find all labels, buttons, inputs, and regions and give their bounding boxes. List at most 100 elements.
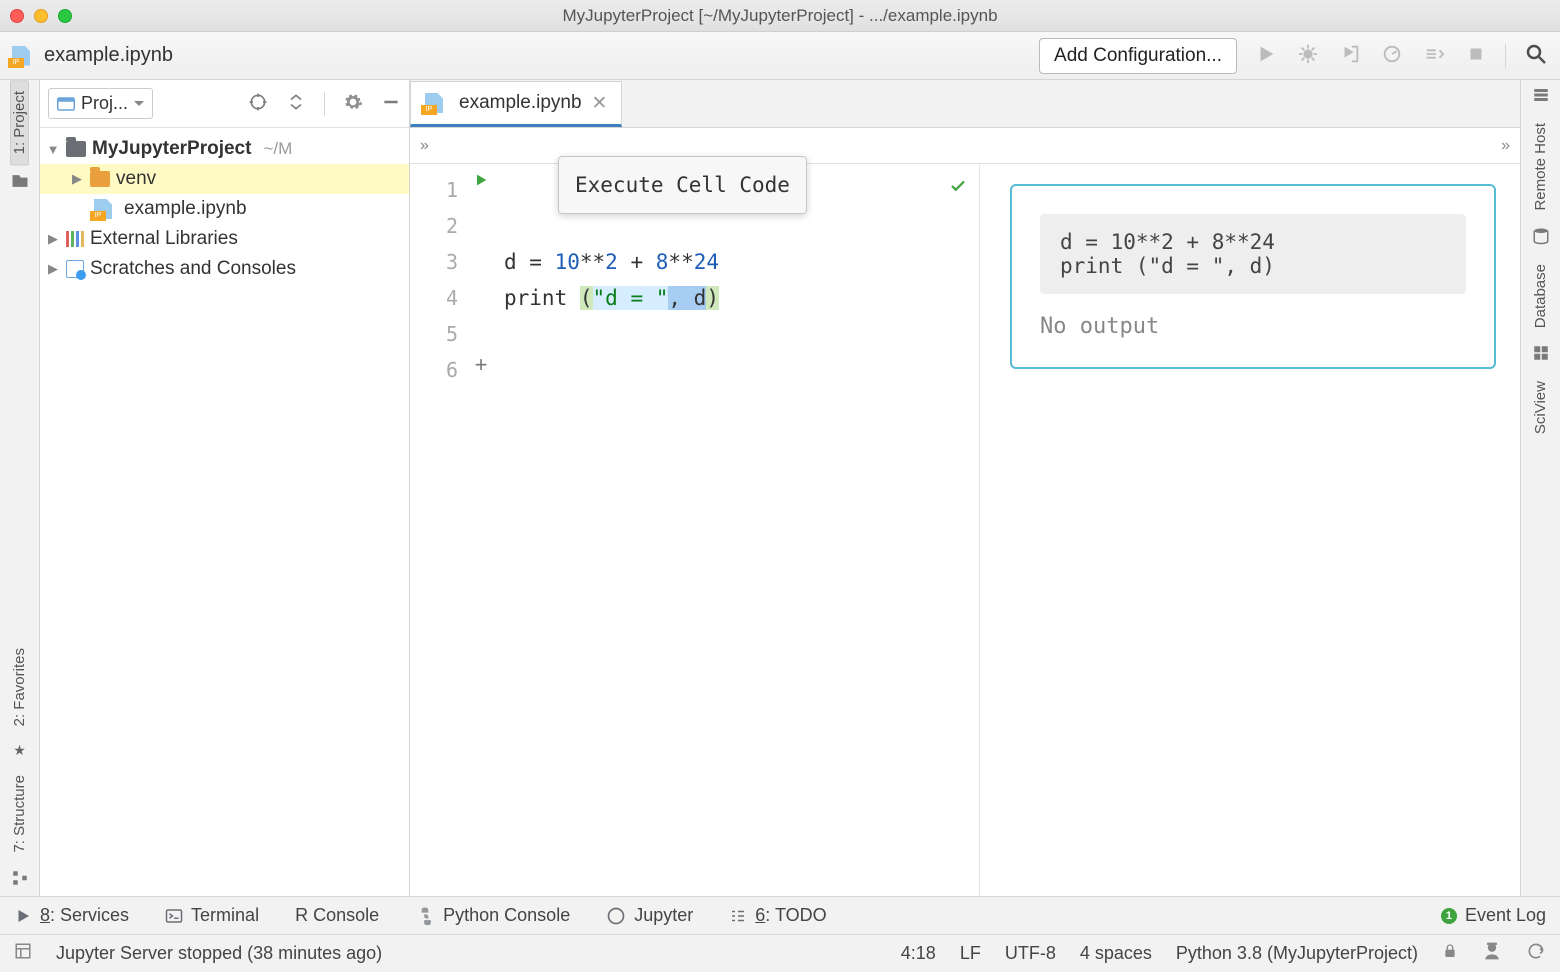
tree-item-label: Scratches and Consoles	[90, 258, 296, 280]
add-configuration-button[interactable]: Add Configuration...	[1039, 38, 1237, 74]
right-tool-gutter: Remote Host Database SciView	[1520, 80, 1560, 896]
caret-right-icon[interactable]: ▶	[46, 261, 60, 277]
search-icon[interactable]	[1524, 42, 1548, 69]
indent[interactable]: 4 spaces	[1080, 943, 1152, 964]
tool-eventlog[interactable]: 1 Event Log	[1441, 905, 1546, 926]
add-cell-icon[interactable]: +	[475, 352, 488, 377]
caret-right-icon[interactable]: ▶	[46, 231, 60, 247]
tool-sciview-tab[interactable]: SciView	[1532, 371, 1549, 444]
tool-terminal[interactable]: Terminal	[165, 905, 259, 926]
project-path: ~/M	[263, 139, 292, 159]
crumb-left[interactable]: »	[420, 137, 429, 155]
remote-host-icon	[1532, 86, 1550, 107]
tool-rconsole[interactable]: R Console	[295, 905, 379, 926]
editor-tab-example[interactable]: IP example.ipynb ✕	[410, 81, 622, 127]
sciview-icon	[1532, 344, 1550, 365]
ide-features-icon[interactable]	[1482, 941, 1502, 966]
notification-badge: 1	[1441, 908, 1457, 924]
divider	[324, 92, 325, 116]
titlebar: MyJupyterProject [~/MyJupyterProject] - …	[0, 0, 1560, 32]
project-icon	[10, 171, 30, 194]
line-separator[interactable]: LF	[960, 943, 981, 964]
code-line-3[interactable]: d = 10**2 + 8**24	[504, 244, 969, 280]
run-gutter: +	[464, 164, 498, 896]
structure-icon	[11, 869, 29, 890]
scratch-icon	[66, 260, 84, 278]
status-bar: Jupyter Server stopped (38 minutes ago) …	[0, 934, 1560, 972]
tree-file-example[interactable]: IP example.ipynb	[40, 194, 409, 224]
stop-icon[interactable]	[1465, 43, 1487, 68]
code-lines[interactable]: Execute Cell Code d = 10**2 + 8**24 prin…	[498, 164, 979, 896]
cell-preview-card[interactable]: d = 10**2 + 8**24 print ("d = ", d) No o…	[1010, 184, 1496, 369]
caret-right-icon[interactable]: ▶	[70, 171, 84, 187]
tool-remote-tab[interactable]: Remote Host	[1532, 113, 1549, 221]
line-number-gutter: 1 2 3 4 5 6	[410, 164, 464, 896]
tree-external-libs[interactable]: ▶ External Libraries	[40, 224, 409, 254]
tree-venv[interactable]: ▶ venv	[40, 164, 409, 194]
tool-pyconsole[interactable]: Python Console	[415, 905, 570, 926]
tree-item-label: venv	[116, 168, 156, 190]
gear-icon[interactable]	[343, 92, 363, 116]
crumb-right[interactable]: »	[1501, 137, 1510, 155]
editor-tabs: IP example.ipynb ✕	[410, 80, 1520, 128]
bottom-tool-bar: 8: Services Terminal R Console Python Co…	[0, 896, 1560, 934]
ipynb-file-icon: IP	[425, 93, 443, 113]
editor-area: IP example.ipynb ✕ » » 1 2 3 4 5 6	[410, 80, 1520, 896]
debug-icon[interactable]	[1297, 43, 1319, 68]
ipynb-file-icon: IP	[12, 46, 30, 66]
run-controls	[1255, 43, 1487, 68]
folder-icon	[66, 141, 86, 157]
project-tree[interactable]: ▼ MyJupyterProject ~/M ▶ venv IP example…	[40, 128, 409, 290]
tool-project-tab[interactable]: 1: Project	[10, 80, 29, 165]
nav-breadcrumb: IP example.ipynb	[12, 44, 173, 67]
code-editor[interactable]: 1 2 3 4 5 6 +	[410, 164, 980, 896]
tree-root[interactable]: ▼ MyJupyterProject ~/M	[40, 134, 409, 164]
preview-code: d = 10**2 + 8**24 print ("d = ", d)	[1040, 214, 1466, 294]
coverage-icon[interactable]	[1339, 43, 1361, 68]
tool-favorites-tab[interactable]: 2: Favorites	[11, 638, 28, 736]
tool-todo[interactable]: 6: TODO	[729, 905, 826, 926]
line-number: 1	[410, 172, 458, 208]
tree-item-label: example.ipynb	[124, 198, 247, 220]
close-icon[interactable]: ✕	[592, 92, 608, 115]
target-icon[interactable]	[248, 92, 268, 116]
tool-window-toggle-icon[interactable]	[14, 942, 32, 965]
code-line-4[interactable]: print ("d = ", d)	[504, 280, 969, 316]
interpreter[interactable]: Python 3.8 (MyJupyterProject)	[1176, 943, 1418, 964]
cursor-position[interactable]: 4:18	[901, 943, 936, 964]
lock-icon[interactable]	[1442, 943, 1458, 964]
folder-icon	[90, 171, 110, 187]
collapse-icon[interactable]	[286, 92, 306, 116]
preview-pane: d = 10**2 + 8**24 print ("d = ", d) No o…	[980, 164, 1520, 896]
line-number: 5	[410, 316, 458, 352]
project-view-label: Proj...	[81, 93, 128, 114]
ipynb-file-icon: IP	[94, 199, 112, 219]
profiler-icon[interactable]	[1381, 43, 1403, 68]
tab-label: example.ipynb	[459, 92, 582, 114]
tree-item-label: External Libraries	[90, 228, 238, 250]
status-message: Jupyter Server stopped (38 minutes ago)	[56, 943, 382, 964]
project-view-selector[interactable]: Proj...	[48, 88, 153, 119]
tree-scratches[interactable]: ▶ Scratches and Consoles	[40, 254, 409, 284]
caret-down-icon[interactable]: ▼	[46, 142, 60, 157]
line-number: 4	[410, 280, 458, 316]
run-cell-icon[interactable]	[464, 172, 498, 208]
line-number: 2	[410, 208, 458, 244]
hide-icon[interactable]	[381, 92, 401, 116]
tool-services[interactable]: 8: Services	[14, 905, 129, 926]
left-tool-gutter: 1: Project 2: Favorites ★ 7: Structure	[0, 80, 40, 896]
tool-structure-tab[interactable]: 7: Structure	[11, 765, 28, 863]
libraries-icon	[66, 231, 84, 247]
open-file-name: example.ipynb	[44, 44, 173, 67]
project-name: MyJupyterProject	[92, 138, 251, 160]
project-panel: Proj... ▼ MyJupyterProject ~/M ▶ ven	[40, 80, 410, 896]
encoding[interactable]: UTF-8	[1005, 943, 1056, 964]
attach-icon[interactable]	[1423, 43, 1445, 68]
window-title: MyJupyterProject [~/MyJupyterProject] - …	[0, 6, 1560, 26]
tool-database-tab[interactable]: Database	[1532, 254, 1549, 338]
line-number: 6	[410, 352, 458, 388]
run-icon[interactable]	[1255, 43, 1277, 68]
sync-icon[interactable]	[1526, 941, 1546, 966]
inspection-ok-icon	[949, 170, 967, 206]
tool-jupyter[interactable]: Jupyter	[606, 905, 693, 926]
